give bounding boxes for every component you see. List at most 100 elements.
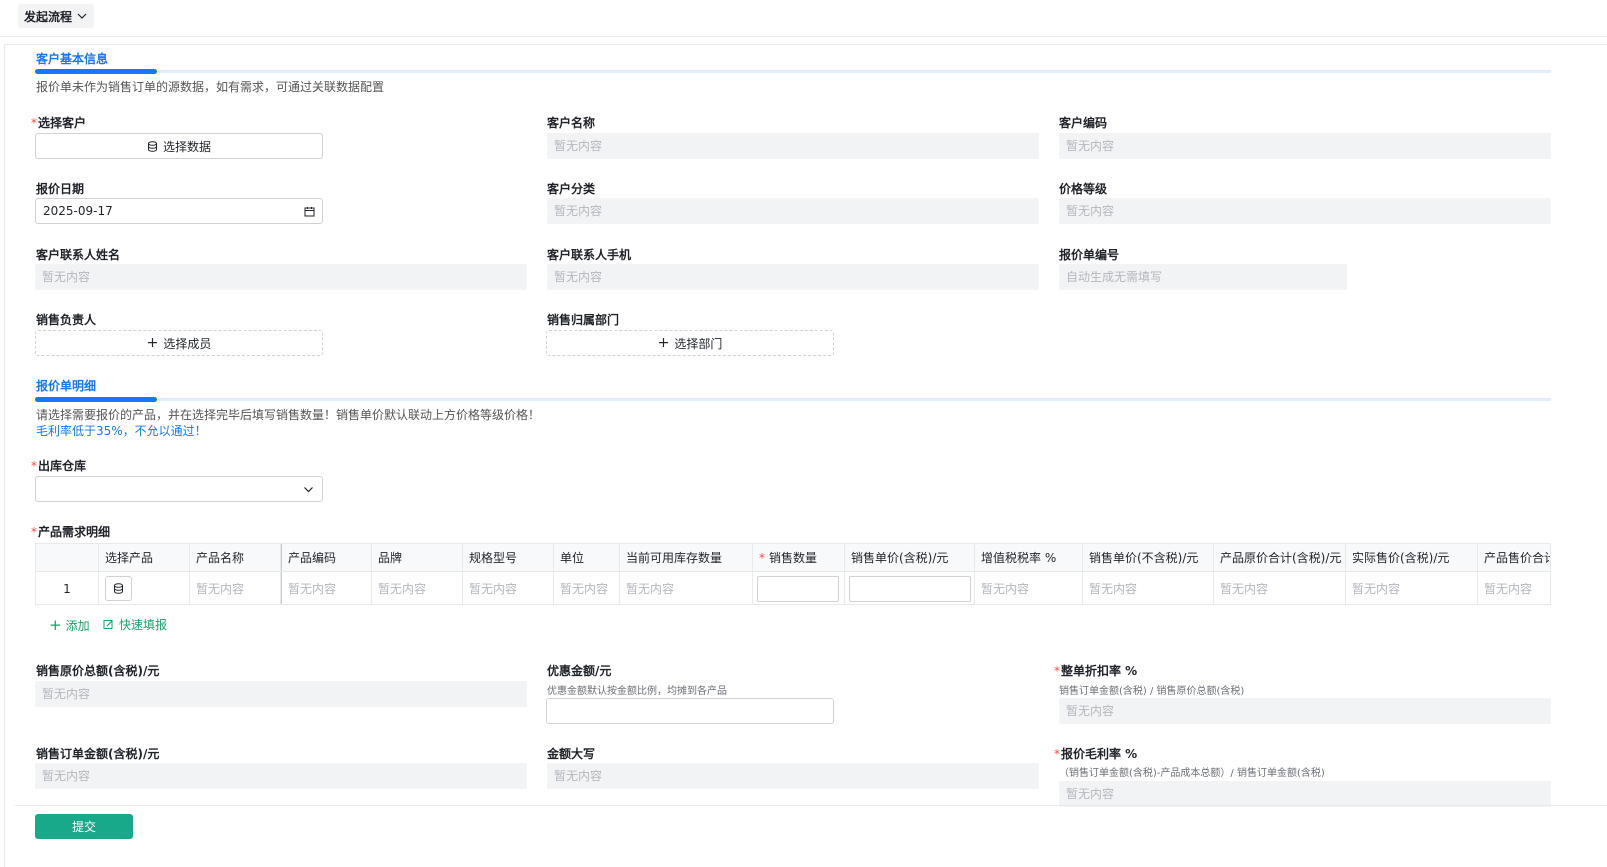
row-index: 1 bbox=[36, 572, 99, 604]
price-level-label: 价格等级 bbox=[1059, 182, 1108, 196]
section-divider bbox=[35, 397, 1551, 402]
table-row: 1 暂无内容 暂无内容 暂无内容 暂无内容 暂无内容 暂无内容 暂无内容 暂无内… bbox=[36, 572, 1550, 604]
gross-margin-value: 暂无内容 bbox=[1059, 781, 1551, 807]
select-member-button[interactable]: + 选择成员 bbox=[35, 330, 323, 356]
plus-icon: + bbox=[657, 335, 670, 351]
select-customer-label: *选择客户 bbox=[31, 116, 87, 130]
discount-rate-label: *整单折扣率 % bbox=[1054, 664, 1138, 678]
customer-category-value: 暂无内容 bbox=[547, 198, 1039, 224]
col-price-total: 产品售价合计 bbox=[1478, 544, 1550, 571]
top-bar: 发起流程 bbox=[0, 0, 1607, 37]
original-total-value: 暂无内容 bbox=[35, 681, 527, 707]
discount-amount-label: 优惠金额/元 bbox=[547, 664, 612, 678]
customer-code-value: 暂无内容 bbox=[1059, 133, 1551, 159]
select-data-button[interactable]: 选择数据 bbox=[35, 133, 323, 159]
select-dept-button[interactable]: + 选择部门 bbox=[546, 330, 834, 356]
contact-name-value: 暂无内容 bbox=[35, 264, 527, 290]
cell-spec: 暂无内容 bbox=[463, 572, 554, 604]
col-sales-qty: * 销售数量 bbox=[753, 544, 845, 571]
quote-date-label: 报价日期 bbox=[36, 182, 85, 196]
cell-actual-price: 暂无内容 bbox=[1346, 572, 1478, 604]
cell-brand: 暂无内容 bbox=[372, 572, 463, 604]
amount-upper-label: 金额大写 bbox=[547, 747, 596, 761]
col-original-total: 产品原价合计(含税)/元 bbox=[1214, 544, 1346, 571]
cell-product-code: 暂无内容 bbox=[281, 572, 372, 604]
col-product-name: 产品名称 bbox=[190, 544, 281, 571]
col-select-product: 选择产品 bbox=[99, 544, 190, 571]
section-divider bbox=[35, 69, 1551, 74]
cell-vat-rate: 暂无内容 bbox=[975, 572, 1083, 604]
database-icon bbox=[114, 583, 123, 594]
plus-icon: + bbox=[146, 335, 159, 351]
calendar-icon bbox=[304, 207, 315, 217]
col-spec: 规格型号 bbox=[463, 544, 554, 571]
col-unit: 单位 bbox=[554, 544, 620, 571]
select-product-cell bbox=[99, 572, 190, 604]
amount-upper-value: 暂无内容 bbox=[547, 763, 1039, 789]
original-total-label: 销售原价总额(含税)/元 bbox=[36, 664, 160, 678]
warehouse-label: *出库仓库 bbox=[31, 459, 87, 473]
cell-sales-qty bbox=[753, 572, 845, 604]
section-desc-customer: 报价单未作为销售订单的源数据，如有需求，可通过关联数据配置 bbox=[36, 80, 385, 94]
section-desc-quote-detail: 请选择需要报价的产品，并在选择完毕后填写销售数量！销售单价默认联动上方价格等级价… bbox=[36, 408, 541, 422]
gross-margin-label: *报价毛利率 % bbox=[1054, 747, 1138, 761]
form-panel bbox=[4, 44, 1607, 867]
chevron-down-icon bbox=[304, 487, 313, 493]
discount-rate-hint: 销售订单金额(含税) / 销售原价总额(含税) bbox=[1059, 686, 1245, 697]
cell-unit-price-notax: 暂无内容 bbox=[1083, 572, 1214, 604]
sales-dept-label: 销售归属部门 bbox=[547, 313, 620, 327]
col-index bbox=[36, 544, 99, 571]
col-product-code: 产品编码 bbox=[281, 544, 372, 571]
quote-no-value: 自动生成无需填写 bbox=[1059, 264, 1347, 290]
sales-qty-input[interactable] bbox=[757, 575, 839, 602]
start-flow-label: 发起流程 bbox=[24, 9, 73, 24]
cell-original-total: 暂无内容 bbox=[1214, 572, 1346, 604]
gross-margin-hint: （销售订单金额(含税)-产品成本总额）/ 销售订单金额(含税) bbox=[1059, 768, 1325, 779]
cell-unit-price-tax bbox=[845, 572, 975, 604]
quick-fill-button[interactable]: 快速填报 bbox=[103, 616, 167, 633]
cell-unit: 暂无内容 bbox=[554, 572, 620, 604]
add-row-button[interactable]: + 添加 bbox=[49, 616, 90, 634]
discount-amount-input[interactable] bbox=[546, 698, 834, 724]
margin-warning: 毛利率低于35%，不允以通过！ bbox=[36, 424, 207, 438]
customer-category-label: 客户分类 bbox=[547, 182, 596, 196]
col-unit-price-notax: 销售单价(不含税)/元 bbox=[1083, 544, 1214, 571]
edit-icon bbox=[103, 620, 113, 629]
col-stock: 当前可用库存数量 bbox=[620, 544, 753, 571]
col-unit-price-tax: 销售单价(含税)/元 bbox=[845, 544, 975, 571]
warehouse-select[interactable] bbox=[35, 476, 323, 502]
contact-phone-value: 暂无内容 bbox=[547, 264, 1039, 290]
cell-price-total: 暂无内容 bbox=[1478, 572, 1550, 604]
plus-icon: + bbox=[49, 616, 62, 634]
chevron-down-icon bbox=[77, 13, 87, 19]
contact-phone-label: 客户联系人手机 bbox=[547, 248, 632, 262]
cell-product-name: 暂无内容 bbox=[190, 572, 281, 604]
quote-no-label: 报价单编号 bbox=[1059, 248, 1120, 262]
price-level-value: 暂无内容 bbox=[1059, 198, 1551, 224]
discount-amount-hint: 优惠金额默认按金额比例，均摊到各产品 bbox=[547, 686, 727, 697]
col-brand: 品牌 bbox=[372, 544, 463, 571]
quote-date-input[interactable]: 2025-09-17 bbox=[35, 198, 323, 224]
customer-code-label: 客户编码 bbox=[1059, 116, 1108, 130]
customer-name-label: 客户名称 bbox=[547, 116, 596, 130]
database-icon bbox=[147, 140, 157, 152]
cell-stock: 暂无内容 bbox=[620, 572, 753, 604]
section-title-customer: 客户基本信息 bbox=[36, 52, 109, 66]
discount-rate-value: 暂无内容 bbox=[1059, 698, 1551, 724]
order-amount-value: 暂无内容 bbox=[35, 763, 527, 789]
order-amount-label: 销售订单金额(含税)/元 bbox=[36, 747, 160, 761]
product-table: 选择产品 产品名称 产品编码 品牌 规格型号 单位 当前可用库存数量 * 销售数量… bbox=[35, 543, 1551, 605]
col-vat-rate: 增值税税率 % bbox=[975, 544, 1083, 571]
submit-button[interactable]: 提交 bbox=[35, 814, 133, 839]
customer-name-value: 暂无内容 bbox=[547, 133, 1039, 159]
table-header-row: 选择产品 产品名称 产品编码 品牌 规格型号 单位 当前可用库存数量 * 销售数量… bbox=[36, 544, 1550, 572]
section-title-quote-detail: 报价单明细 bbox=[36, 379, 97, 393]
sales-owner-label: 销售负责人 bbox=[36, 313, 97, 327]
footer-divider bbox=[15, 805, 1607, 806]
unit-price-input[interactable] bbox=[849, 575, 971, 602]
col-actual-price: 实际售价(含税)/元 bbox=[1346, 544, 1478, 571]
product-detail-label: *产品需求明细 bbox=[31, 525, 111, 539]
contact-name-label: 客户联系人姓名 bbox=[36, 248, 121, 262]
start-flow-button[interactable]: 发起流程 bbox=[18, 4, 95, 28]
select-product-button[interactable] bbox=[105, 576, 132, 601]
